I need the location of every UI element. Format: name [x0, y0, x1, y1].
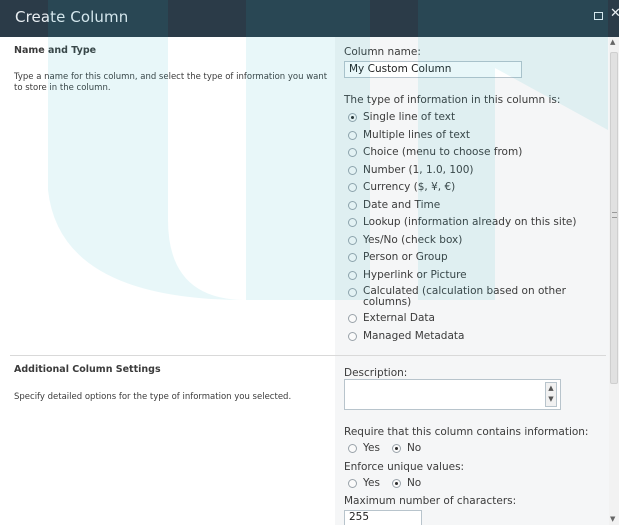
type-radio[interactable]: [348, 113, 357, 122]
type-radio[interactable]: [348, 130, 357, 140]
require-no-label: No: [406, 442, 422, 454]
type-option[interactable]: External Data: [348, 312, 435, 324]
description-spinner[interactable]: ▲ ▼: [545, 382, 557, 407]
type-radio[interactable]: [348, 270, 357, 280]
unique-yes-label: Yes: [363, 477, 380, 489]
maximize-icon[interactable]: [594, 12, 603, 20]
column-name-input[interactable]: My Custom Column: [344, 61, 522, 78]
type-radio[interactable]: [348, 253, 357, 262]
type-option-label: Lookup (information already on this site…: [363, 216, 577, 228]
max-chars-label: Maximum number of characters:: [344, 495, 517, 507]
type-option-label: Calculated (calculation based on other c…: [363, 285, 566, 308]
type-radio[interactable]: [348, 288, 357, 297]
type-option[interactable]: Currency ($, ¥, €): [348, 181, 455, 193]
type-option-label: Single line of text: [363, 111, 456, 123]
require-no-option[interactable]: No: [391, 442, 422, 454]
type-radio[interactable]: [348, 165, 357, 175]
type-radio[interactable]: [348, 314, 357, 323]
type-option-label: Choice (menu to choose from): [363, 146, 523, 158]
type-option[interactable]: Managed Metadata: [348, 330, 464, 342]
type-radio[interactable]: [348, 331, 357, 341]
type-option[interactable]: Calculated (calculation based on other c…: [348, 286, 578, 308]
type-option[interactable]: Number (1, 1.0, 100): [348, 164, 473, 176]
section-divider: [10, 355, 606, 356]
section-desc-name-type: Type a name for this column, and select …: [14, 72, 328, 93]
type-option[interactable]: Hyperlink or Picture: [348, 269, 467, 281]
require-yes-option[interactable]: Yes: [348, 442, 380, 454]
unique-yes-radio[interactable]: [348, 478, 357, 488]
type-option-label: Hyperlink or Picture: [363, 268, 467, 281]
description-label: Description:: [344, 367, 408, 379]
unique-no-label: No: [406, 477, 422, 489]
close-icon[interactable]: ✕: [610, 6, 619, 21]
type-option-label: External Data: [363, 312, 435, 324]
require-radio-group: Yes No: [348, 442, 433, 454]
type-radio[interactable]: [348, 200, 357, 210]
type-option-label: Yes/No (check box): [363, 233, 463, 246]
type-radio[interactable]: [348, 148, 357, 157]
type-radio[interactable]: [348, 218, 357, 227]
require-label: Require that this column contains inform…: [344, 426, 589, 438]
max-chars-input[interactable]: 255: [344, 510, 422, 525]
type-radio[interactable]: [348, 235, 357, 245]
type-option-label: Managed Metadata: [363, 329, 465, 342]
require-yes-label: Yes: [363, 442, 380, 454]
unique-no-option[interactable]: No: [391, 477, 422, 489]
type-option[interactable]: Multiple lines of text: [348, 129, 470, 141]
unique-no-radio[interactable]: [391, 478, 401, 488]
spin-down-icon[interactable]: ▼: [546, 394, 556, 405]
type-option[interactable]: Date and Time: [348, 199, 440, 211]
unique-radio-group: Yes No: [348, 477, 433, 489]
unique-yes-option[interactable]: Yes: [348, 477, 380, 489]
type-option-label: Number (1, 1.0, 100): [363, 163, 474, 176]
type-option[interactable]: Single line of text: [348, 111, 455, 123]
unique-label: Enforce unique values:: [344, 461, 465, 473]
type-label: The type of information in this column i…: [344, 94, 561, 106]
type-radio[interactable]: [348, 183, 357, 192]
spin-up-icon[interactable]: ▲: [546, 383, 556, 394]
type-option[interactable]: Lookup (information already on this site…: [348, 216, 577, 228]
scroll-up-icon[interactable]: ▲: [610, 38, 615, 46]
dialog-title: Create Column: [15, 8, 129, 26]
grip-icon: [612, 212, 617, 218]
section-desc-additional: Specify detailed options for the type of…: [14, 392, 292, 402]
section-title-additional: Additional Column Settings: [14, 364, 161, 375]
scroll-down-icon[interactable]: ▼: [610, 515, 615, 523]
type-option-label: Multiple lines of text: [363, 128, 470, 141]
type-option[interactable]: Choice (menu to choose from): [348, 146, 522, 158]
type-option-label: Person or Group: [363, 251, 448, 263]
scrollbar-thumb[interactable]: [610, 52, 618, 384]
type-option-label: Currency ($, ¥, €): [363, 181, 456, 193]
section-title-name-type: Name and Type: [14, 45, 97, 56]
dialog-titlebar: Create Column ✕: [0, 0, 619, 37]
type-option[interactable]: Person or Group: [348, 251, 448, 263]
type-option[interactable]: Yes/No (check box): [348, 234, 462, 246]
type-option-label: Date and Time: [363, 198, 441, 211]
description-textarea[interactable]: [344, 379, 561, 410]
require-yes-radio[interactable]: [348, 443, 357, 453]
column-name-label: Column name:: [344, 46, 421, 58]
require-no-radio[interactable]: [391, 443, 401, 453]
